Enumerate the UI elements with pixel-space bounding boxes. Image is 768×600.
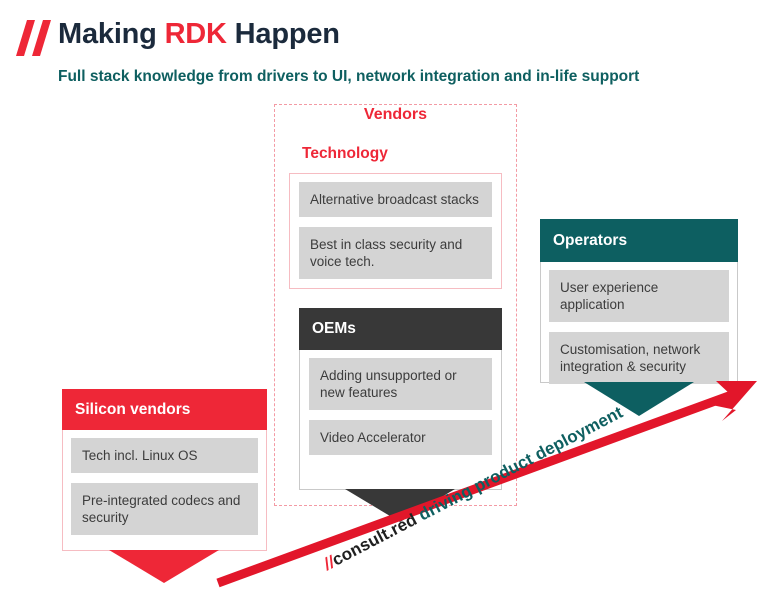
list-item: Video Accelerator	[309, 420, 492, 455]
pillar-technology-header: Technology	[289, 134, 502, 174]
pillar-technology: Technology Alternative broadcast stacks …	[289, 134, 502, 289]
pillar-silicon-vendors-items: Tech incl. Linux OS Pre-integrated codec…	[71, 438, 258, 535]
pillar-operators-header: Operators	[540, 219, 738, 262]
pillar-oems: OEMs Adding unsupported or new features …	[299, 308, 502, 490]
page-title-part1: Making	[58, 18, 165, 50]
pillar-silicon-vendors: Silicon vendors Tech incl. Linux OS Pre-…	[62, 389, 267, 551]
double-slash-logo-icon	[16, 20, 51, 56]
pillar-oems-header: OEMs	[299, 308, 502, 350]
pillar-oems-items: Adding unsupported or new features Video…	[309, 358, 492, 455]
page-title-highlight: RDK	[164, 18, 227, 50]
page-title: Making RDK Happen	[58, 18, 340, 51]
pillar-silicon-vendors-header: Silicon vendors	[62, 389, 267, 430]
list-item: Tech incl. Linux OS	[71, 438, 258, 473]
list-item: Alternative broadcast stacks	[299, 182, 492, 217]
vendors-group-label: Vendors	[363, 106, 428, 123]
list-item: Customisation, network integration & sec…	[549, 332, 729, 384]
diagonal-arrow-head-icon	[707, 381, 757, 421]
pillar-technology-items: Alternative broadcast stacks Best in cla…	[299, 182, 492, 279]
pillar-silicon-vendors-arrow-icon	[109, 550, 219, 583]
page-subtitle: Full stack knowledge from drivers to UI,…	[58, 68, 640, 85]
list-item: Best in class security and voice tech.	[299, 227, 492, 279]
list-item: User experience application	[549, 270, 729, 322]
list-item: Pre-integrated codecs and security	[71, 483, 258, 535]
page-header: Making RDK Happen Full stack knowledge f…	[0, 0, 768, 96]
pillar-operators-items: User experience application Customisatio…	[549, 270, 729, 384]
pillar-operators: Operators User experience application Cu…	[540, 219, 738, 384]
page-title-part2: Happen	[226, 18, 340, 50]
list-item: Adding unsupported or new features	[309, 358, 492, 410]
